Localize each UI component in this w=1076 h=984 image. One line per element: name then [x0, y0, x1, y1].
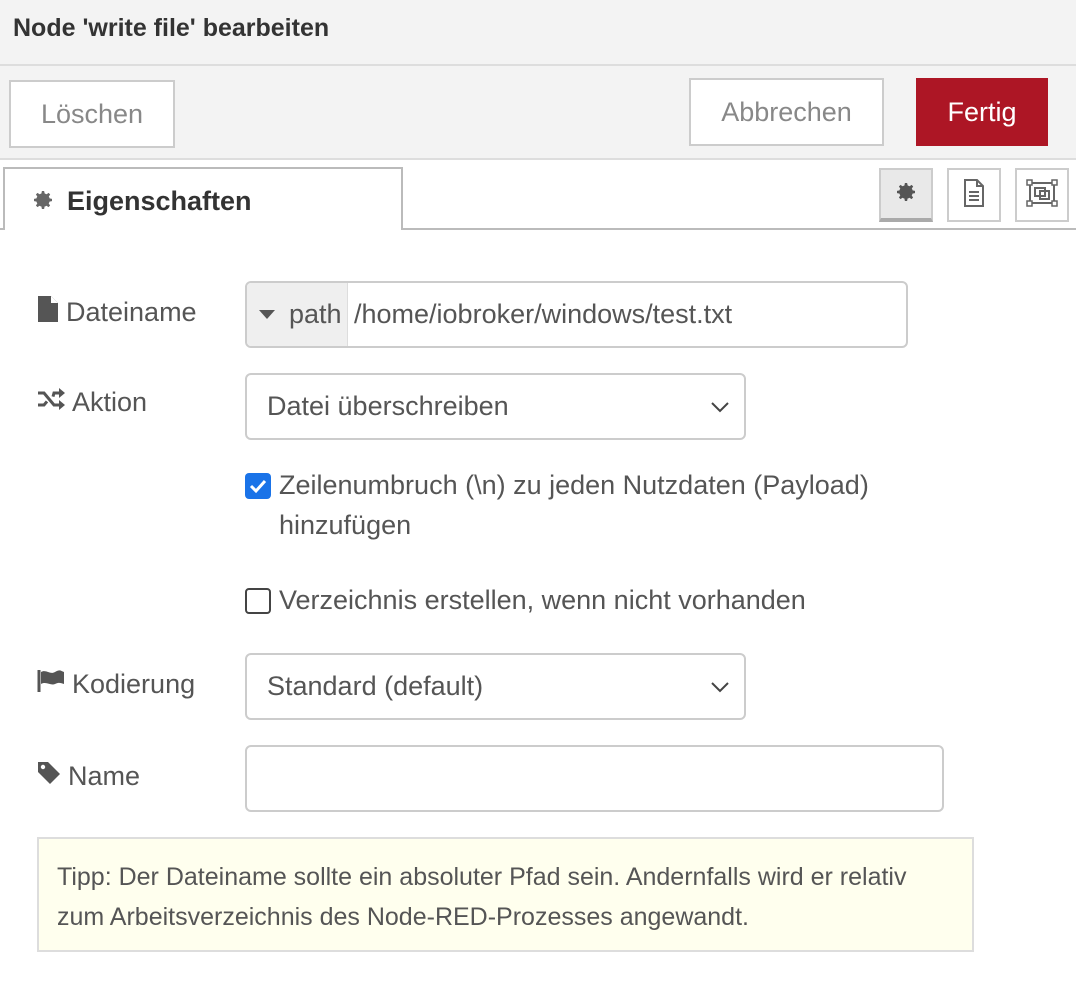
- filename-typed-input[interactable]: path /home/iobroker/windows/test.txt: [245, 281, 908, 348]
- shuffle-icon: [36, 387, 72, 418]
- document-icon: [963, 178, 985, 212]
- file-icon: [36, 295, 66, 330]
- settings-tab-button[interactable]: [879, 168, 933, 222]
- encoding-label-text: Kodierung: [72, 669, 196, 699]
- checkmark-icon: [249, 479, 267, 494]
- tag-icon: [36, 760, 68, 793]
- action-select[interactable]: Datei überschreiben: [245, 373, 746, 440]
- done-button[interactable]: Fertig: [916, 78, 1048, 146]
- chevron-down-icon: [710, 675, 730, 706]
- filename-type-label: path: [289, 299, 342, 329]
- appearance-tab-button[interactable]: [1015, 168, 1069, 222]
- append-newline-label: Zeilenumbruch (\n) zu jeden Nutzdaten (P…: [279, 470, 869, 540]
- action-selected-value: Datei überschreiben: [267, 391, 509, 421]
- chevron-down-icon: [710, 395, 730, 426]
- name-input[interactable]: [245, 745, 944, 812]
- append-newline-checkbox[interactable]: [245, 473, 271, 499]
- filename-label-text: Dateiname: [66, 297, 197, 327]
- tab-properties[interactable]: Eigenschaften: [3, 167, 403, 230]
- create-directory-checkbox[interactable]: [245, 588, 271, 614]
- gear-icon: [31, 188, 55, 217]
- action-label-text: Aktion: [72, 387, 148, 417]
- action-label: Aktion: [36, 387, 147, 418]
- tab-bar: Eigenschaften: [0, 160, 1076, 230]
- gear-icon: [894, 180, 918, 209]
- tip-box: Tipp: Der Dateiname sollte ein absoluter…: [37, 837, 974, 952]
- flag-icon: [36, 668, 72, 701]
- dialog-header: Node 'write file' bearbeiten: [0, 0, 1076, 66]
- tab-properties-label: Eigenschaften: [67, 186, 252, 216]
- name-label: Name: [36, 760, 140, 793]
- delete-button[interactable]: Löschen: [9, 80, 175, 148]
- dialog-title: Node 'write file' bearbeiten: [13, 14, 330, 42]
- create-directory-label: Verzeichnis erstellen, wenn nicht vorhan…: [279, 585, 806, 615]
- name-label-text: Name: [68, 761, 141, 791]
- cancel-button[interactable]: Abbrechen: [689, 78, 884, 146]
- encoding-label: Kodierung: [36, 668, 195, 701]
- filename-input[interactable]: /home/iobroker/windows/test.txt: [348, 283, 732, 346]
- encoding-select[interactable]: Standard (default): [245, 653, 746, 720]
- caret-down-icon: [259, 310, 275, 319]
- description-tab-button[interactable]: [947, 168, 1001, 222]
- filename-type-selector[interactable]: path: [247, 283, 348, 346]
- dialog-toolbar: Löschen Abbrechen Fertig: [0, 66, 1076, 160]
- filename-label: Dateiname: [36, 295, 197, 330]
- frame-icon: [1026, 178, 1058, 212]
- encoding-selected-value: Standard (default): [267, 671, 484, 701]
